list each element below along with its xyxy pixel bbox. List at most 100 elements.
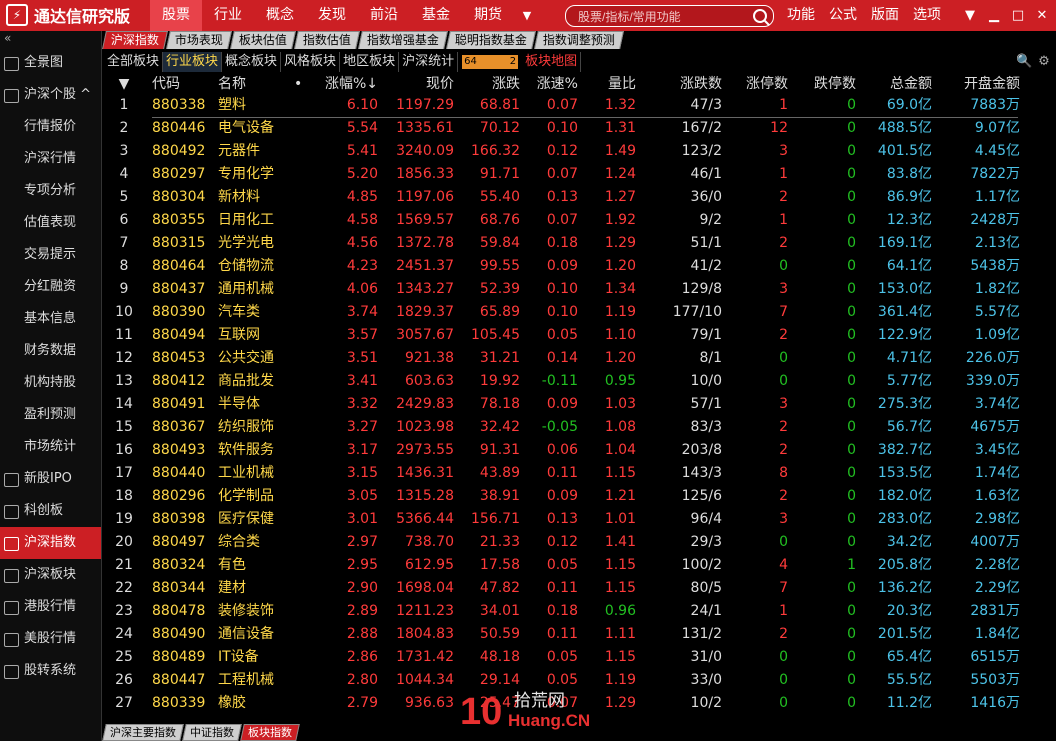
top-menu-item[interactable]: 股票 [150,0,202,31]
sidebar-item[interactable]: 基本信息 [0,303,101,335]
top-menu-item[interactable]: 概念 [254,0,306,31]
sector-map-tab[interactable]: 板块地图 [522,52,582,72]
table-row[interactable]: 8 880464 仓储物流 4.23 2451.37 99.55 0.09 1.20 41/2 0… [104,255,1056,278]
table-row[interactable]: 5 880304 新材料 4.85 1197.06 55.40 0.13 1.27 36/0 2 0… [104,186,1056,209]
table-row[interactable]: 11 880494 互联网 3.57 3057.67 105.45 0.05 1.10 79/1… [104,324,1056,347]
sidebar-item[interactable]: 盈利预测 [0,399,101,431]
column-header[interactable]: 总金额 [864,74,932,94]
sector-tab[interactable]: 沪深统计 [399,52,459,72]
sidebar-item[interactable]: 全景图 [0,47,101,79]
table-row[interactable]: 7 880315 光学光电 4.56 1372.78 59.84 0.18 1.29 51/1 2… [104,232,1056,255]
column-header[interactable]: 现价 [386,74,454,94]
top-menu-item[interactable]: 前沿 [358,0,410,31]
table-cell: 1.19 [604,304,636,320]
sector-tab[interactable]: 风格板块 [281,52,341,72]
table-row[interactable]: 24 880490 通信设备 2.88 1804.83 50.59 0.11 1.11 131/… [104,623,1056,646]
sidebar-collapse-icon[interactable]: « [0,31,101,47]
column-header[interactable]: 跌停数 [798,74,856,94]
bottom-tab[interactable]: 板块指数 [240,724,300,741]
sidebar-item[interactable]: 沪深指数 [0,527,101,559]
search-icon[interactable]: 🔍 [1016,54,1032,70]
top-menu-item[interactable]: 基金 [410,0,462,31]
table-row[interactable]: 6 880355 日用化工 4.58 1569.57 68.76 0.07 1.92 9/2 1 0… [104,209,1056,232]
sidebar-item[interactable]: 机构持股 [0,367,101,399]
table-row[interactable]: 17 880440 工业机械 3.15 1436.31 43.89 0.11 1.15 143/… [104,462,1056,485]
table-row[interactable]: 4 880297 专用化学 5.20 1856.33 91.71 0.07 1.24 46/1 1… [104,163,1056,186]
table-row[interactable]: 20 880497 综合类 2.97 738.70 21.33 0.12 1.41 29/3 0 0… [104,531,1056,554]
bottom-tab[interactable]: 沪深主要指数 [102,724,184,741]
search-box[interactable] [565,5,774,27]
sidebar-item[interactable]: 沪深板块 [0,559,101,591]
sector-tab[interactable]: 地区板块 [340,52,400,72]
gear-icon[interactable]: ⚙ [1036,54,1052,70]
top-menu-item[interactable]: 期货 [462,0,514,31]
sidebar-item[interactable]: 专项分析 [0,175,101,207]
table-row[interactable]: 15 880367 纺织服饰 3.27 1023.98 32.42 -0.05 1.08 83/… [104,416,1056,439]
column-header[interactable]: • [294,74,306,94]
sidebar-item[interactable]: 沪深个股 ^ [0,79,101,111]
index-tab[interactable]: 市场表现 [166,31,232,49]
table-row[interactable]: 13 880412 商品批发 3.41 603.63 19.92 -0.11 0.95 10/0… [104,370,1056,393]
index-tab[interactable]: 指数估值 [294,31,360,49]
right-menu-item[interactable]: 选项 [906,0,948,31]
table-row[interactable]: 23 880478 装修装饰 2.89 1211.23 34.01 0.18 0.96 24/1… [104,600,1056,623]
column-header[interactable]: 涨停数 [730,74,788,94]
sector-tab[interactable]: 全部板块 [104,52,164,72]
sort-arrow-icon[interactable]: ▼ [112,74,136,94]
sector-tab[interactable]: 行业板块 [163,52,223,72]
right-menu-item[interactable]: 功能 [780,0,822,31]
index-tab[interactable]: 指数调整预测 [534,31,625,49]
top-menu-item[interactable]: 发现 [306,0,358,31]
sector-tab[interactable]: 概念板块 [222,52,282,72]
menu-arrow-icon[interactable]: ▼ [958,0,982,31]
search-input[interactable] [576,7,750,27]
table-row[interactable]: 25 880489 IT设备 2.86 1731.42 48.18 0.05 1.15 31/0… [104,646,1056,669]
sidebar-item[interactable]: 分红融资 [0,271,101,303]
sidebar-item[interactable]: 交易提示 [0,239,101,271]
top-menu-item[interactable]: 行业 [202,0,254,31]
table-row[interactable]: 9 880437 通用机械 4.06 1343.27 52.39 0.10 1.34 129/8… [104,278,1056,301]
table-row[interactable]: 10 880390 汽车类 3.74 1829.37 65.89 0.10 1.19 177/1… [104,301,1056,324]
table-cell: 元器件 [218,143,260,159]
index-tab[interactable]: 板块估值 [230,31,296,49]
bottom-tab[interactable]: 中证指数 [182,724,242,741]
index-tab[interactable]: 聪明指数基金 [446,31,537,49]
maximize-icon[interactable]: □ [1006,0,1030,31]
sidebar-item[interactable]: 港股行情 [0,591,101,623]
sidebar-item[interactable]: 市场统计 [0,431,101,463]
table-row[interactable]: 21 880324 有色 2.95 612.95 17.58 0.05 1.15 100/2 4 1… [104,554,1056,577]
table-row[interactable]: 2 880446 电气设备 5.54 1335.61 70.12 0.10 1.31 167/2… [104,117,1056,140]
index-tab[interactable]: 指数增强基金 [358,31,448,49]
column-header[interactable]: 量比 [580,74,636,94]
sidebar-item[interactable]: 股转系统 [0,655,101,687]
table-row[interactable]: 3 880492 元器件 5.41 3240.09 166.32 0.12 1.49 123/2… [104,140,1056,163]
sidebar-item[interactable]: 新股IPO [0,463,101,495]
sidebar-item[interactable]: 财务数据 [0,335,101,367]
column-header[interactable]: 涨速% [524,74,578,94]
sidebar-item[interactable]: 沪深行情 [0,143,101,175]
table-row[interactable]: 1 880338 塑料 6.10 1197.29 68.81 0.07 1.32 47/3 1 0 6… [104,94,1056,118]
menu-more-icon[interactable]: ▼ [514,0,540,31]
right-menu-item[interactable]: 公式 [822,0,864,31]
table-row[interactable]: 14 880491 半导体 3.32 2429.83 78.18 0.09 1.03 57/1 3… [104,393,1056,416]
table-cell: 0 [779,350,788,366]
column-header[interactable]: 代码 [152,74,212,94]
table-row[interactable]: 22 880344 建材 2.90 1698.04 47.82 0.11 1.15 80/5 7 0… [104,577,1056,600]
minimize-icon[interactable]: ▁ [982,0,1006,31]
table-row[interactable]: 18 880296 化学制品 3.05 1315.28 38.91 0.09 1.21 125/… [104,485,1056,508]
right-menu-item[interactable]: 版面 [864,0,906,31]
sidebar-item[interactable]: 科创板 [0,495,101,527]
sidebar-item[interactable]: 美股行情 [0,623,101,655]
column-header[interactable]: 涨跌 [460,74,520,94]
column-header[interactable]: 涨幅%↓ [312,74,378,94]
index-tab[interactable]: 沪深指数 [102,31,168,49]
search-icon[interactable] [753,9,767,23]
column-header[interactable]: 涨跌数 [646,74,722,94]
close-icon[interactable]: ✕ [1030,0,1054,31]
sidebar-item[interactable]: 行情报价 [0,111,101,143]
table-row[interactable]: 19 880398 医疗保健 3.01 5366.44 156.71 0.13 1.01 96/… [104,508,1056,531]
sidebar-item[interactable]: 估值表现 [0,207,101,239]
table-row[interactable]: 12 880453 公共交通 3.51 921.38 31.21 0.14 1.20 8/1 0 0… [104,347,1056,370]
column-header[interactable]: 开盘金额 [938,74,1020,94]
table-row[interactable]: 16 880493 软件服务 3.17 2973.55 91.31 0.06 1.04 203/… [104,439,1056,462]
